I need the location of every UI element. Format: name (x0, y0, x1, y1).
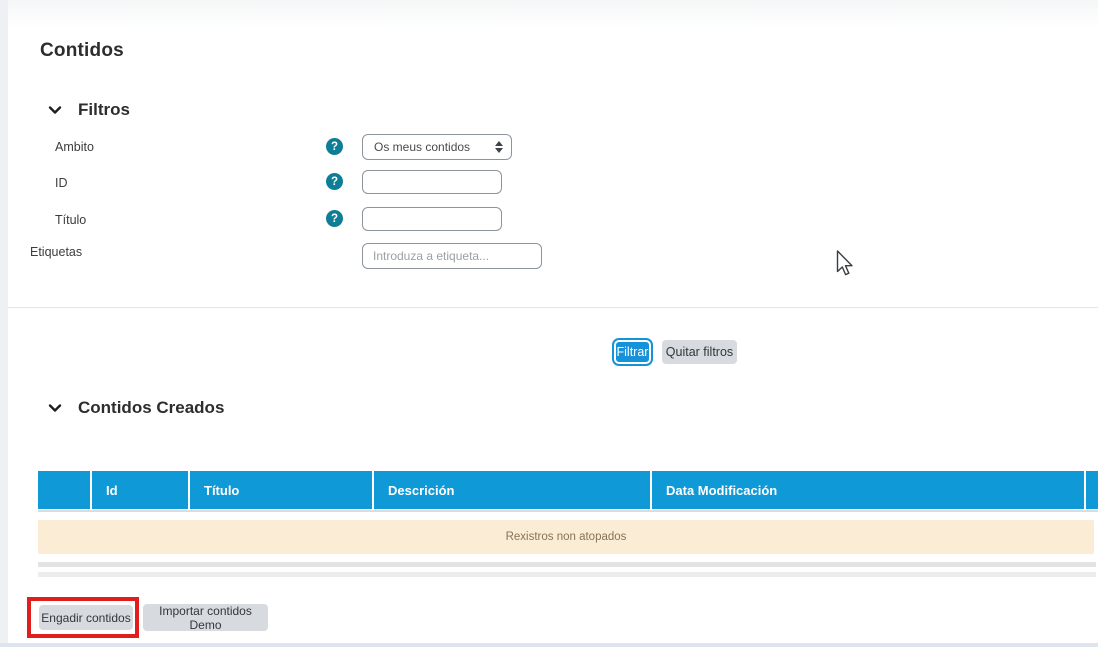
id-input[interactable] (362, 170, 502, 194)
chevron-down-icon[interactable] (47, 400, 63, 416)
table-header-descricion[interactable]: Descrición (374, 471, 652, 509)
table-header-actions (1086, 471, 1098, 509)
chevron-down-icon[interactable] (47, 102, 63, 118)
id-help-icon[interactable]: ? (326, 173, 343, 190)
table-header-titulo[interactable]: Título (190, 471, 374, 509)
table-header-row: Id Título Descrición Data Modificación (38, 471, 1098, 509)
table-header-id[interactable]: Id (92, 471, 190, 509)
empty-message: Rexistros non atopados (506, 531, 627, 543)
importar-contidos-demo-button[interactable]: Importar contidos Demo (143, 604, 268, 631)
table-header-underline (38, 510, 1098, 512)
bottom-edge-strip (0, 643, 1098, 647)
table-footer-stripe (38, 562, 1096, 567)
mouse-cursor-icon (836, 250, 854, 278)
titulo-label: Título (55, 213, 86, 227)
titulo-input[interactable] (362, 207, 502, 231)
ambito-select[interactable]: Os meus contidos (362, 134, 512, 160)
ambito-select-value: Os meus contidos (374, 140, 495, 154)
ambito-label: Ambito (55, 140, 94, 154)
results-section-title: Contidos Creados (78, 398, 224, 418)
ambito-help-icon[interactable]: ? (326, 138, 343, 155)
filters-section-title: Filtros (78, 100, 130, 120)
table-footer-stripe (38, 572, 1096, 577)
page: Contidos Filtros Ambito ? Os meus contid… (0, 0, 1098, 647)
results-section-header[interactable]: Contidos Creados (47, 398, 224, 418)
id-label: ID (55, 176, 68, 190)
left-edge-strip (0, 0, 8, 647)
select-arrows-icon (495, 141, 503, 153)
filters-section-header[interactable]: Filtros (47, 100, 130, 120)
etiquetas-label: Etiquetas (30, 245, 82, 259)
page-title: Contidos (40, 40, 124, 62)
titulo-help-icon[interactable]: ? (326, 210, 343, 227)
table-header-empty (38, 471, 92, 509)
table-empty-row: Rexistros non atopados (38, 520, 1094, 554)
table-header-data-modificacion[interactable]: Data Modificación (652, 471, 1086, 509)
engadir-contidos-button[interactable]: Engadir contidos (39, 605, 133, 630)
section-divider (8, 307, 1098, 308)
etiquetas-input[interactable] (362, 243, 542, 269)
quitar-filtros-button[interactable]: Quitar filtros (662, 340, 737, 364)
filtrar-button[interactable]: Filtrar (614, 340, 651, 364)
